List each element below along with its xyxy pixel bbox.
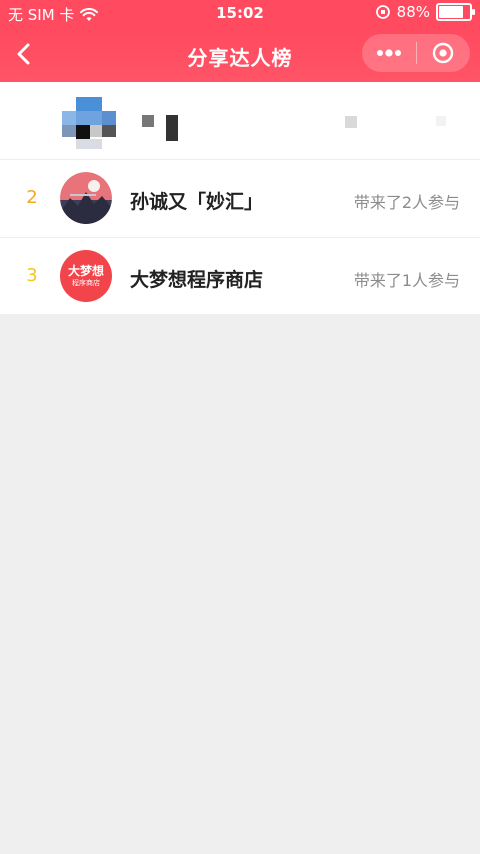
user-name: 孙诚又「妙汇」: [130, 191, 264, 213]
status-bar: 无 SIM 卡 15:02 88%: [0, 0, 480, 28]
list-item[interactable]: 3 大梦想 程序商店 大梦想程序商店 带来了1人参与: [0, 238, 480, 314]
battery-icon: [436, 3, 475, 21]
target-circle-icon: [431, 41, 455, 65]
avatar-pixelated: [62, 97, 116, 149]
battery-percent: 88%: [396, 3, 430, 21]
logo-line-2: 程序商店: [72, 278, 100, 287]
share-leaderboard-list: 2 孙诚又「妙汇」 带来了2人参与 3 大梦想 程序商店 大梦想程序商店 带来了…: [0, 82, 480, 314]
list-item-blurred[interactable]: [0, 82, 480, 160]
nav-bar: 分享达人榜: [0, 28, 480, 82]
participation-count: 带来了2人参与: [353, 193, 460, 212]
meta-pixelated: [345, 116, 357, 128]
more-button[interactable]: [362, 34, 416, 72]
rank-number: 3: [26, 265, 38, 286]
avatar: [60, 172, 112, 224]
orientation-lock-icon: [375, 4, 391, 20]
mini-program-capsule: [362, 34, 470, 72]
store-logo: 大梦想 程序商店: [60, 250, 112, 302]
logo-line-1: 大梦想: [67, 263, 104, 278]
list-item[interactable]: 2 孙诚又「妙汇」 带来了2人参与: [0, 160, 480, 238]
meta-pixelated-2: [436, 116, 446, 126]
name-pixelated: [142, 115, 154, 127]
status-right: 88%: [375, 3, 475, 21]
name-pixelated-2: [166, 115, 178, 141]
close-mini-program-button[interactable]: [417, 34, 471, 72]
store-name: 大梦想程序商店: [130, 269, 264, 291]
rank-number: 2: [26, 187, 38, 208]
more-dots-icon: [376, 49, 402, 57]
participation-count: 带来了1人参与: [353, 271, 460, 290]
